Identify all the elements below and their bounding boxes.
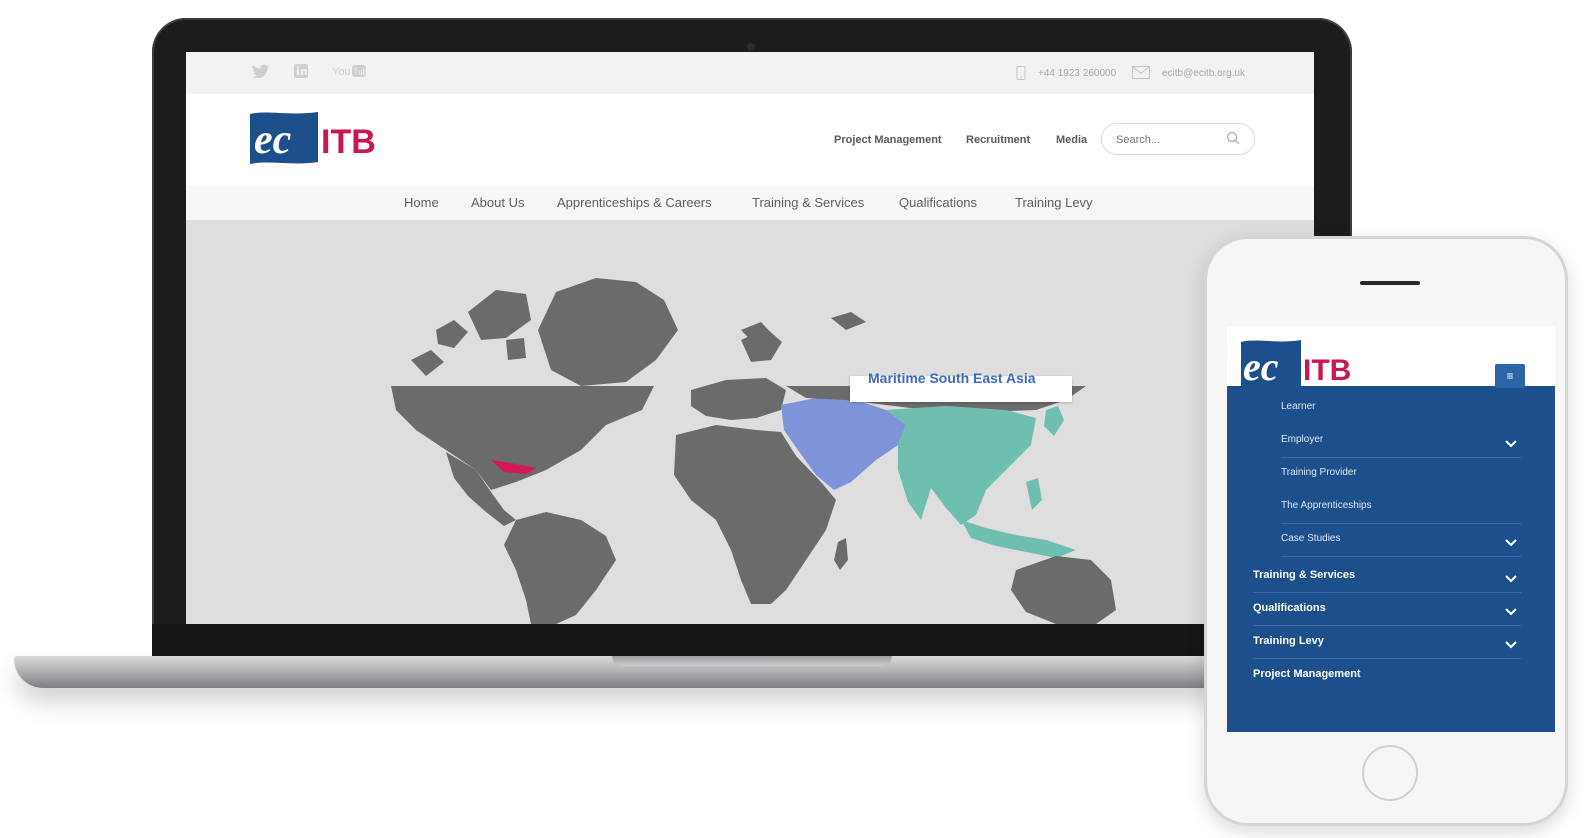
map-region-japan [1044, 406, 1064, 436]
map-region-australia [1011, 556, 1116, 624]
mobile-menu-label: Case Studies [1281, 533, 1341, 544]
chevron-down-icon[interactable] [1505, 570, 1517, 588]
laptop-notch [612, 656, 892, 666]
phone-screen: ec ITB ≡ Learner Employer Training Provi… [1227, 326, 1555, 732]
nav-training-levy[interactable]: Training Levy [1015, 195, 1093, 210]
mobile-logo-ec-text: ec [1243, 344, 1279, 389]
email-icon [1132, 66, 1150, 82]
map-region-asia [886, 406, 1036, 525]
secondary-nav-media[interactable]: Media [1056, 134, 1087, 146]
mobile-menu-item[interactable]: The Apprenticeships [1227, 491, 1555, 524]
world-map[interactable]: Maritime South East Asia [186, 220, 1314, 624]
site-header: ec ITB Project Management Recruitment Me… [186, 94, 1314, 186]
mobile-menu-label: Project Management [1253, 668, 1361, 680]
linkedin-icon[interactable] [294, 64, 308, 81]
laptop-camera [747, 43, 755, 51]
mobile-menu-item[interactable]: Project Management [1227, 659, 1555, 692]
mobile-logo-itb-text: ITB [1303, 354, 1351, 387]
laptop-bezel [152, 624, 1352, 658]
map-tooltip-label: Maritime South East Asia [868, 370, 1036, 386]
map-region-maritime-sea [961, 520, 1076, 558]
chevron-down-icon[interactable] [1505, 636, 1517, 654]
mobile-menu-item[interactable]: Qualifications [1227, 593, 1555, 626]
mobile-menu-label: Training Levy [1253, 635, 1324, 647]
svg-text:You: You [332, 66, 351, 78]
main-nav: Home About Us Apprenticeships & Careers … [186, 186, 1314, 220]
mobile-menu-item[interactable]: Learner [1227, 392, 1555, 425]
laptop-screen: YouTube +44 1923 260000 ecitb@ecitb.org.… [186, 52, 1314, 624]
map-region-south-america [504, 512, 616, 624]
mobile-header: ec ITB ≡ [1227, 326, 1555, 392]
map-region-north-america [391, 386, 654, 490]
mobile-menu-item[interactable]: Training Provider [1227, 458, 1555, 491]
chevron-down-icon[interactable] [1505, 534, 1517, 552]
map-region-arctic-islands [411, 290, 531, 376]
secondary-nav-project-management[interactable]: Project Management [834, 134, 942, 146]
chevron-down-icon[interactable] [1505, 603, 1517, 621]
map-tooltip: Maritime South East Asia [850, 370, 1072, 402]
search-box[interactable] [1101, 123, 1255, 155]
svg-text:Tube: Tube [354, 68, 367, 77]
mobile-menu-item[interactable]: Case Studies [1227, 524, 1555, 557]
chevron-down-icon[interactable] [1505, 435, 1517, 453]
mobile-menu-label: Employer [1281, 434, 1324, 445]
map-region-greenland [538, 278, 678, 386]
mobile-ecitb-logo[interactable]: ec ITB [1239, 338, 1363, 392]
mobile-menu-label: The Apprenticeships [1281, 500, 1372, 511]
secondary-nav-recruitment[interactable]: Recruitment [966, 134, 1030, 146]
mobile-menu-label: Training Provider [1281, 467, 1357, 478]
menu-divider [1281, 556, 1521, 557]
nav-apprenticeships-careers[interactable]: Apprenticeships & Careers [557, 195, 712, 210]
map-region-madagascar [834, 538, 848, 570]
youtube-icon[interactable]: YouTube [332, 64, 372, 81]
phone-speaker [1360, 281, 1420, 285]
phone-icon [1016, 66, 1026, 83]
contact-phone[interactable]: +44 1923 260000 [1038, 68, 1116, 79]
mobile-menu-label: Learner [1281, 401, 1316, 412]
logo-ec-text: ec [254, 117, 292, 163]
twitter-icon[interactable] [252, 64, 270, 81]
phone-home-button[interactable] [1362, 745, 1418, 801]
search-input[interactable] [1114, 130, 1228, 150]
ecitb-logo[interactable]: ec ITB [248, 110, 378, 168]
mobile-menu-item[interactable]: Employer [1227, 425, 1555, 458]
map-region-svalbard [741, 312, 866, 348]
mobile-menu-label: Training & Services [1253, 569, 1356, 581]
nav-training-services[interactable]: Training & Services [752, 195, 864, 210]
mobile-menu-item[interactable]: Training Levy [1227, 626, 1555, 659]
top-bar: YouTube +44 1923 260000 ecitb@ecitb.org.… [186, 52, 1314, 94]
map-region-philippines [1026, 478, 1042, 510]
nav-about-us[interactable]: About Us [471, 195, 524, 210]
mobile-menu-label: Qualifications [1253, 602, 1326, 614]
search-icon[interactable] [1226, 131, 1240, 150]
hamburger-icon[interactable]: ≡ [1495, 364, 1525, 388]
nav-qualifications[interactable]: Qualifications [899, 195, 977, 210]
logo-itb-text: ITB [321, 123, 376, 161]
nav-home[interactable]: Home [404, 195, 439, 210]
contact-email[interactable]: ecitb@ecitb.org.uk [1162, 68, 1245, 79]
mobile-menu-item[interactable]: Training & Services [1227, 560, 1555, 593]
map-region-europe [691, 328, 786, 420]
